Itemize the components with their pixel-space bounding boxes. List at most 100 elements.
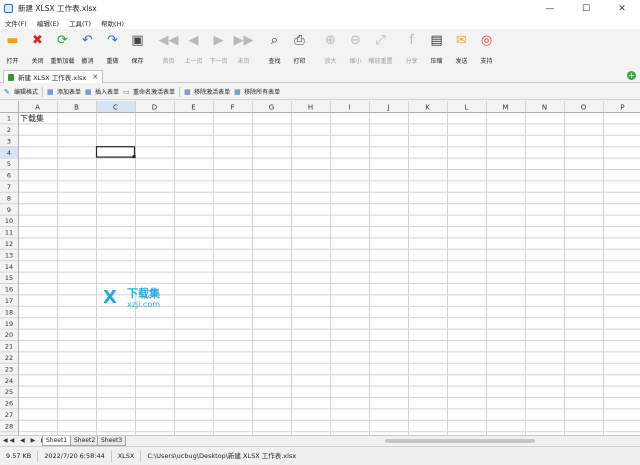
- watermark: X 下载集 xzji.com: [103, 287, 160, 309]
- document-tab[interactable]: 新建 XLSX 工作表.xlsx ✕: [3, 70, 103, 83]
- remove-all-sheets-icon: ▦: [234, 87, 241, 96]
- row-header-27: 27: [5, 411, 13, 419]
- toolbar-button-zoom-reset: ⤢ 缩放重置: [368, 29, 393, 68]
- toolbar-label: 撤消: [81, 58, 94, 65]
- row-header-16: 16: [5, 286, 13, 294]
- toolbar-button-print[interactable]: ⎙ 打印: [287, 29, 312, 68]
- toolbar-button-prev-page: ◀ 上一页: [181, 29, 206, 68]
- watermark-title: 下载集: [127, 286, 160, 300]
- maximize-button[interactable]: ☐: [568, 0, 604, 17]
- watermark-logo-icon: X: [103, 287, 117, 308]
- toolbar-button-folder[interactable]: ▬ 打开: [0, 29, 25, 68]
- sheet-tool-label: 添加表单: [57, 89, 82, 96]
- row-header-25: 25: [5, 388, 13, 396]
- minimize-button[interactable]: —: [532, 0, 568, 17]
- toolbar-button-reload[interactable]: ⟳ 重新加载: [50, 29, 75, 68]
- sheet-tool-remove-sheet[interactable]: ▦ 移除激活表单: [184, 87, 230, 97]
- menu-bar: 文件(F) 编辑(E) 工具(T) 帮助(H): [0, 17, 640, 29]
- selected-cell-outline: [95, 146, 136, 158]
- facebook-share-icon: f: [409, 33, 414, 48]
- sheet-tool-add-sheet[interactable]: ▦ 添加表单: [47, 87, 82, 97]
- last-page-icon: ▶▶: [233, 33, 254, 48]
- close-window-button[interactable]: ✕: [604, 0, 640, 17]
- undo-icon: ↶: [82, 33, 93, 48]
- row-header-18: 18: [5, 308, 13, 316]
- toolbar-button-zoom-out: ⊖ 缩小: [343, 29, 368, 68]
- toolbar-button-close-red[interactable]: ✖ 关闭: [25, 29, 50, 68]
- sheet-tab-strip: ◀◀ ◀ ▶ ▶▶ Sheet1 Sheet2 Sheet3: [0, 435, 640, 446]
- toolbar-button-find[interactable]: ⌕ 查找: [262, 29, 287, 68]
- find-icon: ⌕: [270, 33, 279, 48]
- horizontal-scrollbar[interactable]: [385, 439, 535, 443]
- toolbar-label: 查找: [268, 58, 281, 65]
- row-header-14: 14: [5, 263, 13, 271]
- column-header-M: M: [502, 104, 508, 112]
- sheet-tab-3[interactable]: Sheet3: [97, 436, 127, 446]
- zoom-reset-icon: ⤢: [375, 33, 386, 48]
- column-header-F: F: [230, 104, 234, 112]
- sheet-tab-1[interactable]: Sheet1: [42, 436, 72, 446]
- toolbar-button-redo[interactable]: ↷ 重做: [100, 29, 125, 68]
- row-header-28: 28: [5, 422, 13, 430]
- toolbar-button-save[interactable]: ▣ 保存: [125, 29, 150, 68]
- row-header-12: 12: [5, 240, 13, 248]
- sheet-tool-remove-all-sheets[interactable]: ▦ 移除所有表单: [234, 87, 281, 97]
- close-red-icon: ✖: [32, 33, 43, 48]
- column-header-G: G: [269, 104, 274, 112]
- spreadsheet-grid[interactable]: A B C D E F G H I J K L M N O P 1 2 3 4 5 6 7 8 9 10 11 12 13 14 15 16 1…: [0, 101, 640, 435]
- menu-tools[interactable]: 工具(T): [69, 18, 91, 28]
- column-header-J: J: [386, 104, 389, 112]
- lifebuoy-icon: ◎: [480, 33, 493, 48]
- column-header-D: D: [152, 104, 157, 112]
- column-header-P: P: [620, 104, 624, 112]
- row-header-10: 10: [5, 217, 13, 225]
- toolbar-button-last-page: ▶▶ 末页: [231, 29, 256, 68]
- main-toolbar: ▬ 打开 ✖ 关闭 ⟳ 重新加载 ↶ 撤消 ↷ 重做 ▣ 保存 ◀◀ 首页 ◀ 上一页 ▶ 下一页 ▶▶ 末页 ⌕ 查找 ⎙…: [0, 29, 640, 68]
- add-tab-icon[interactable]: +: [627, 71, 636, 80]
- menu-file[interactable]: 文件(F): [5, 18, 27, 28]
- watermark-url: xzji.com: [127, 299, 161, 309]
- row-header-13: 13: [5, 251, 13, 259]
- sheet-tab-2[interactable]: Sheet2: [70, 436, 100, 446]
- row-header-23: 23: [5, 365, 13, 373]
- status-modified-date: 2022/7/20 6:58:44: [38, 450, 112, 462]
- row-header-2: 2: [7, 126, 11, 134]
- sheet-tool-label: 移除所有表单: [244, 89, 281, 96]
- pencil-icon: ✎: [4, 87, 10, 96]
- add-sheet-icon: ▦: [47, 87, 54, 96]
- row-header-11: 11: [5, 229, 13, 237]
- sheet-tool-label: 插入表单: [95, 89, 120, 96]
- row-header-3: 3: [7, 137, 11, 145]
- row-header-6: 6: [7, 172, 11, 180]
- status-bar: 9.57 KB 2022/7/20 6:58:44 XLSX C:\Users\…: [0, 446, 640, 465]
- grid-canvas[interactable]: A B C D E F G H I J K L M N O P123456789101112131415161…: [0, 101, 640, 435]
- toolbar-label: 放大: [324, 58, 337, 65]
- toolbar-label: 压缩: [430, 58, 443, 65]
- sheet-toolbar: ✎ 编辑格式 ▦ 添加表单 ▦ 插入表单 ▭ 重命名激活表单 ▦ 移除激活表单 ▦ 移除所有表单: [0, 84, 640, 100]
- column-header-L: L: [465, 104, 469, 112]
- cell-A1: 下载集: [20, 113, 44, 123]
- sheet-tool-label: 重命名激活表单: [133, 89, 176, 96]
- toolbar-button-undo[interactable]: ↶ 撤消: [75, 29, 100, 68]
- sheet-tool-pencil[interactable]: ✎ 编辑格式: [4, 87, 38, 97]
- toolbar-button-zip[interactable]: ▤ 压缩: [424, 29, 449, 68]
- row-header-15: 15: [5, 274, 13, 282]
- column-header-I: I: [348, 104, 350, 112]
- close-tab-icon[interactable]: ✕: [92, 73, 98, 81]
- column-header-B: B: [74, 104, 79, 112]
- toolbar-button-zoom-in: ⊕ 放大: [318, 29, 343, 68]
- menu-edit[interactable]: 编辑(E): [37, 18, 59, 28]
- toolbar-button-next-page: ▶ 下一页: [206, 29, 231, 68]
- menu-help[interactable]: 帮助(H): [101, 18, 124, 28]
- column-header-C: C: [113, 104, 118, 112]
- sheet-tool-rename-sheet[interactable]: ▭ 重命名激活表单: [123, 87, 176, 97]
- toolbar-label: 分享: [405, 58, 418, 65]
- toolbar-button-lifebuoy[interactable]: ◎ 支持: [474, 29, 499, 68]
- column-header-O: O: [581, 104, 587, 112]
- document-tab-label: 新建 XLSX 工作表.xlsx: [18, 74, 87, 82]
- row-header-24: 24: [5, 377, 13, 385]
- toolbar-label: 重新加载: [50, 58, 75, 65]
- sheet-tool-insert-sheet[interactable]: ▦ 插入表单: [85, 87, 120, 97]
- toolbar-button-email[interactable]: ✉ 发送: [449, 29, 474, 68]
- toolbar-label: 首页: [162, 58, 175, 65]
